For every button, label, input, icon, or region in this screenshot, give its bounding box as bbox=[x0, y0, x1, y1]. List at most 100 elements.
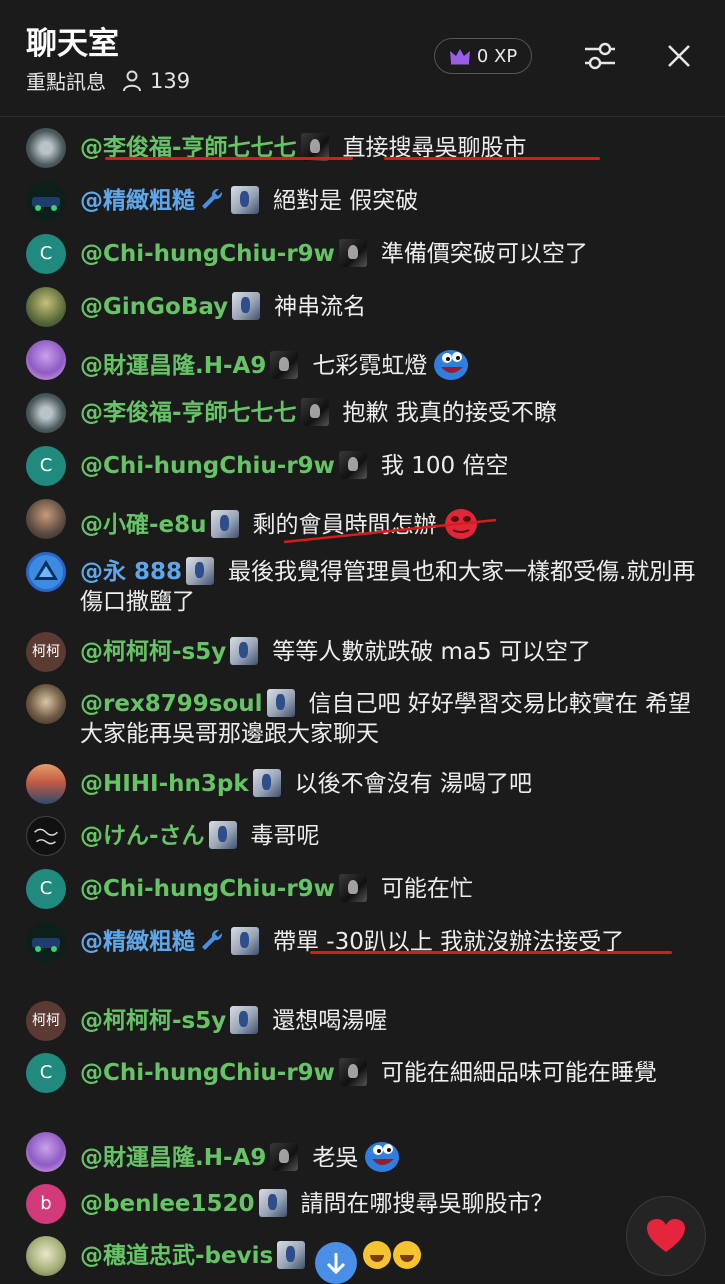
member-badge-icon bbox=[186, 557, 215, 585]
avatar[interactable]: 柯柯 bbox=[26, 632, 66, 672]
avatar[interactable]: b bbox=[26, 1184, 66, 1224]
chat-message: @精緻粗糙 帶單 -30趴以上 我就沒辦法接受了 bbox=[26, 918, 698, 1002]
laughing-emoji-icon bbox=[393, 1241, 422, 1269]
viewer-count: 139 bbox=[122, 69, 190, 93]
chat-message: @永 888 最後我覺得管理員也和大家一樣都受傷.就別再傷口撒鹽了 bbox=[26, 548, 698, 632]
username[interactable]: @李俊福-亨師七七七 bbox=[80, 400, 297, 426]
avatar[interactable]: C bbox=[26, 869, 66, 909]
avatar[interactable] bbox=[26, 1236, 66, 1276]
avatar[interactable] bbox=[26, 393, 66, 433]
username[interactable]: @柯柯柯-s5y bbox=[80, 639, 226, 665]
wrench-icon bbox=[202, 188, 223, 209]
heart-icon bbox=[647, 1219, 685, 1252]
member-badge-icon bbox=[338, 1058, 367, 1086]
member-badge-icon bbox=[338, 239, 367, 267]
member-badge-icon bbox=[277, 1241, 306, 1269]
blue-blob-emoji-icon bbox=[365, 1142, 400, 1172]
avatar[interactable] bbox=[26, 128, 66, 168]
member-badge-icon bbox=[230, 637, 259, 665]
message-text: 請問在哪搜尋吳聊股市？ bbox=[300, 1191, 554, 1217]
chat-message: @HIHI-hn3pk 以後不會沒有 湯喝了吧 bbox=[26, 760, 698, 810]
message-text: 七彩霓虹燈 bbox=[312, 353, 428, 379]
avatar[interactable] bbox=[26, 684, 66, 724]
chat-message: @精緻粗糙 絕對是 假突破 bbox=[26, 177, 698, 227]
avatar[interactable] bbox=[26, 499, 66, 539]
member-badge-icon bbox=[270, 1143, 299, 1171]
username[interactable]: @けん-さん bbox=[80, 823, 205, 849]
red-underline bbox=[384, 157, 600, 160]
chat-message: C @Chi-hungChiu-r9w 可能在細細品味可能在睡覺 bbox=[26, 1049, 698, 1133]
crown-icon bbox=[449, 49, 470, 65]
avatar[interactable] bbox=[26, 1132, 66, 1172]
viewer-count-value: 139 bbox=[150, 68, 191, 93]
username[interactable]: @GinGoBay bbox=[80, 294, 228, 320]
avatar[interactable]: C bbox=[26, 234, 66, 274]
message-text: 神串流名 bbox=[274, 294, 367, 320]
avatar[interactable] bbox=[26, 816, 66, 856]
message-text: 可能在忙 bbox=[380, 876, 473, 902]
chat-message: b @benlee1520 請問在哪搜尋吳聊股市？ bbox=[26, 1180, 698, 1230]
member-badge-icon bbox=[270, 351, 299, 379]
message-text: 毒哥呢 bbox=[250, 823, 320, 849]
red-underline bbox=[310, 951, 672, 954]
username[interactable]: @Chi-hungChiu-r9w bbox=[80, 453, 335, 479]
member-badge-icon bbox=[300, 398, 329, 426]
avatar[interactable]: C bbox=[26, 1053, 66, 1093]
username[interactable]: @Chi-hungChiu-r9w bbox=[80, 1060, 335, 1086]
member-badge-icon bbox=[266, 689, 295, 717]
avatar[interactable]: C bbox=[26, 446, 66, 486]
username[interactable]: @財運昌隆.H-A9 bbox=[80, 353, 266, 379]
username[interactable]: @HIHI-hn3pk bbox=[80, 771, 249, 797]
xp-button[interactable]: 0 XP bbox=[434, 38, 532, 74]
chat-message: C @Chi-hungChiu-r9w 準備價突破可以空了 bbox=[26, 230, 698, 280]
message-text: 老吳 bbox=[312, 1145, 359, 1171]
message-text: 我 100 倍空 bbox=[380, 453, 509, 479]
close-icon[interactable] bbox=[661, 38, 697, 74]
chat-message: @穗道忠武-bevis bbox=[26, 1232, 698, 1284]
member-badge-icon bbox=[338, 451, 367, 479]
username[interactable]: @rex8799soul bbox=[80, 691, 263, 717]
username[interactable]: @穗道忠武-bevis bbox=[80, 1243, 273, 1269]
blue-blob-emoji-icon bbox=[434, 350, 469, 380]
chat-message: 柯柯 @柯柯柯-s5y 還想喝湯喔 bbox=[26, 997, 698, 1047]
chat-message: @けん-さん 毒哥呢 bbox=[26, 812, 698, 862]
like-heart-button[interactable] bbox=[626, 1196, 706, 1276]
member-badge-icon bbox=[230, 1006, 259, 1034]
username[interactable]: @Chi-hungChiu-r9w bbox=[80, 876, 335, 902]
username[interactable]: @永 888 bbox=[80, 559, 182, 585]
username[interactable]: @精緻粗糙 bbox=[80, 929, 195, 955]
pinned-messages-label[interactable]: 重點訊息 bbox=[26, 66, 106, 95]
username[interactable]: @財運昌隆.H-A9 bbox=[80, 1145, 266, 1171]
username[interactable]: @柯柯柯-s5y bbox=[80, 1008, 226, 1034]
member-badge-icon bbox=[252, 769, 281, 797]
username[interactable]: @精緻粗糙 bbox=[80, 188, 195, 214]
chat-message: @GinGoBay 神串流名 bbox=[26, 283, 698, 333]
scroll-to-latest-button[interactable] bbox=[315, 1242, 358, 1284]
username[interactable]: @小確-e8u bbox=[80, 512, 207, 538]
avatar[interactable] bbox=[26, 287, 66, 327]
arrow-down-icon bbox=[327, 1253, 346, 1275]
person-icon bbox=[123, 70, 141, 91]
message-text: 抱歉 我真的接受不瞭 bbox=[342, 400, 557, 426]
member-badge-icon bbox=[232, 292, 261, 320]
avatar[interactable] bbox=[26, 922, 66, 962]
avatar[interactable] bbox=[26, 552, 66, 592]
chat-message: @李俊福-亨師七七七 抱歉 我真的接受不瞭 bbox=[26, 389, 698, 439]
message-text: 絕對是 假突破 bbox=[273, 188, 419, 214]
wrench-icon bbox=[202, 929, 223, 950]
message-text: 等等人數就跌破 ma5 可以空了 bbox=[272, 639, 591, 665]
avatar[interactable] bbox=[26, 764, 66, 804]
member-badge-icon bbox=[208, 821, 237, 849]
avatar[interactable] bbox=[26, 181, 66, 221]
chat-message: @rex8799soul 信自己吧 好好學習交易比較實在 希望大家能再吳哥那邊跟大… bbox=[26, 680, 698, 764]
message-text: 還想喝湯喔 bbox=[272, 1008, 388, 1034]
chat-message: @李俊福-亨師七七七 直接搜尋吳聊股市 bbox=[26, 124, 698, 174]
member-badge-icon bbox=[338, 874, 367, 902]
username[interactable]: @benlee1520 bbox=[80, 1191, 255, 1217]
username[interactable]: @Chi-hungChiu-r9w bbox=[80, 241, 335, 267]
chat-subtitle-row: 重點訊息 139 bbox=[26, 66, 190, 95]
avatar[interactable]: 柯柯 bbox=[26, 1001, 66, 1041]
avatar[interactable] bbox=[26, 340, 66, 380]
message-text: 可能在細細品味可能在睡覺 bbox=[380, 1060, 657, 1086]
filter-settings-icon[interactable] bbox=[582, 38, 618, 74]
